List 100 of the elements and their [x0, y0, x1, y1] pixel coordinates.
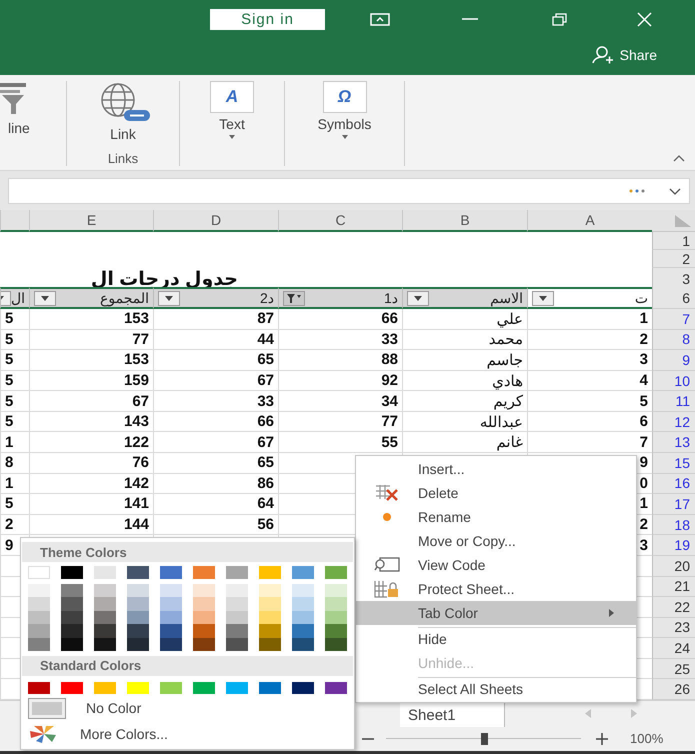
- header-cell[interactable]: د2: [153, 287, 278, 309]
- color-swatch[interactable]: [94, 638, 116, 651]
- color-swatch[interactable]: [292, 682, 314, 694]
- zoom-in-icon[interactable]: [596, 732, 608, 745]
- row-header[interactable]: 25: [652, 658, 695, 680]
- row-header[interactable]: 13: [652, 432, 695, 454]
- color-swatch[interactable]: [160, 584, 182, 598]
- color-swatch[interactable]: [292, 584, 314, 598]
- color-swatch[interactable]: [94, 610, 116, 624]
- color-swatch[interactable]: [325, 638, 347, 651]
- menu-item[interactable]: View Code: [356, 553, 636, 577]
- color-swatch[interactable]: [226, 638, 248, 651]
- row-header[interactable]: 15: [652, 453, 695, 474]
- color-swatch[interactable]: [325, 566, 347, 579]
- menu-item[interactable]: Tab Color: [356, 601, 636, 625]
- row-header[interactable]: 26: [652, 679, 695, 700]
- scroll-left-icon[interactable]: [585, 709, 591, 718]
- color-swatch[interactable]: [292, 566, 314, 579]
- color-swatch[interactable]: [94, 682, 116, 694]
- color-swatch[interactable]: [325, 584, 347, 598]
- color-swatch[interactable]: [160, 638, 182, 651]
- color-swatch[interactable]: [127, 584, 149, 598]
- menu-item[interactable]: No Color: [21, 696, 354, 720]
- color-swatch[interactable]: [160, 682, 182, 694]
- color-swatch[interactable]: [127, 610, 149, 624]
- color-swatch[interactable]: [61, 597, 83, 611]
- color-swatch[interactable]: [226, 624, 248, 638]
- color-swatch[interactable]: [160, 610, 182, 624]
- color-swatch[interactable]: [61, 682, 83, 694]
- color-swatch[interactable]: [259, 610, 281, 624]
- color-swatch[interactable]: [94, 597, 116, 611]
- color-swatch[interactable]: [127, 566, 149, 579]
- color-swatch[interactable]: [61, 584, 83, 598]
- color-swatch[interactable]: [226, 610, 248, 624]
- ribbon-button[interactable]: A Text: [210, 81, 254, 139]
- row-header[interactable]: 18: [652, 514, 695, 536]
- column-header[interactable]: E: [29, 210, 153, 232]
- formula-field[interactable]: [8, 178, 690, 204]
- color-swatch[interactable]: [226, 584, 248, 598]
- header-cell[interactable]: الاسم: [402, 287, 527, 309]
- column-header[interactable]: D: [153, 210, 278, 232]
- filter-dropdown[interactable]: [158, 290, 180, 306]
- row-header[interactable]: 23: [652, 618, 695, 638]
- column-header[interactable]: A: [527, 210, 652, 232]
- ribbon-button[interactable]: Link: [92, 81, 154, 142]
- color-swatch[interactable]: [28, 638, 50, 651]
- color-swatch[interactable]: [193, 610, 215, 624]
- scroll-right-icon[interactable]: [631, 709, 637, 718]
- color-swatch[interactable]: [259, 584, 281, 598]
- menu-item[interactable]: Protect Sheet...: [356, 577, 636, 601]
- color-swatch[interactable]: [94, 624, 116, 638]
- ribbon-display-icon[interactable]: [370, 12, 390, 26]
- menu-item[interactable]: More Colors...: [21, 722, 354, 746]
- header-cell[interactable]: ال: [0, 287, 29, 309]
- color-swatch[interactable]: [61, 610, 83, 624]
- color-swatch[interactable]: [292, 597, 314, 611]
- color-swatch[interactable]: [259, 682, 281, 694]
- filter-dropdown[interactable]: [283, 290, 305, 306]
- filter-dropdown[interactable]: [34, 290, 56, 306]
- row-header[interactable]: 22: [652, 597, 695, 618]
- color-swatch[interactable]: [28, 584, 50, 598]
- color-swatch[interactable]: [160, 624, 182, 638]
- color-swatch[interactable]: [325, 682, 347, 694]
- color-swatch[interactable]: [127, 682, 149, 694]
- color-swatch[interactable]: [127, 638, 149, 651]
- zoom-level[interactable]: 100%: [630, 731, 664, 746]
- row-header[interactable]: 12: [652, 412, 695, 432]
- ribbon-button[interactable]: Ω Symbols: [318, 81, 372, 139]
- row-header[interactable]: 8: [652, 330, 695, 350]
- restore-icon[interactable]: [552, 12, 566, 26]
- sign-in-button[interactable]: Sign in: [210, 8, 325, 30]
- row-header[interactable]: 16: [652, 474, 695, 494]
- color-swatch[interactable]: [193, 566, 215, 579]
- header-cell[interactable]: د1: [278, 287, 402, 309]
- row-header[interactable]: 24: [652, 638, 695, 659]
- row-header[interactable]: 7: [652, 309, 695, 330]
- ribbon-button[interactable]: line: [0, 81, 30, 136]
- row-header[interactable]: 11: [652, 391, 695, 412]
- color-swatch[interactable]: [28, 566, 50, 579]
- column-header[interactable]: B: [402, 210, 527, 232]
- color-swatch[interactable]: [127, 597, 149, 611]
- row-header[interactable]: 6: [652, 287, 695, 309]
- color-swatch[interactable]: [61, 624, 83, 638]
- row-header[interactable]: 1: [652, 232, 695, 250]
- color-swatch[interactable]: [61, 638, 83, 651]
- column-header[interactable]: [0, 210, 29, 232]
- collapse-caret-icon[interactable]: [673, 155, 685, 162]
- color-swatch[interactable]: [28, 624, 50, 638]
- row-header[interactable]: 21: [652, 576, 695, 598]
- zoom-out-icon[interactable]: [362, 738, 374, 740]
- row-header[interactable]: 2: [652, 250, 695, 268]
- color-swatch[interactable]: [160, 597, 182, 611]
- color-swatch[interactable]: [226, 566, 248, 579]
- color-swatch[interactable]: [28, 597, 50, 611]
- row-header[interactable]: 10: [652, 370, 695, 392]
- color-swatch[interactable]: [292, 610, 314, 624]
- close-icon[interactable]: [637, 12, 652, 26]
- color-swatch[interactable]: [325, 624, 347, 638]
- filter-dropdown[interactable]: [532, 290, 554, 306]
- color-swatch[interactable]: [193, 682, 215, 694]
